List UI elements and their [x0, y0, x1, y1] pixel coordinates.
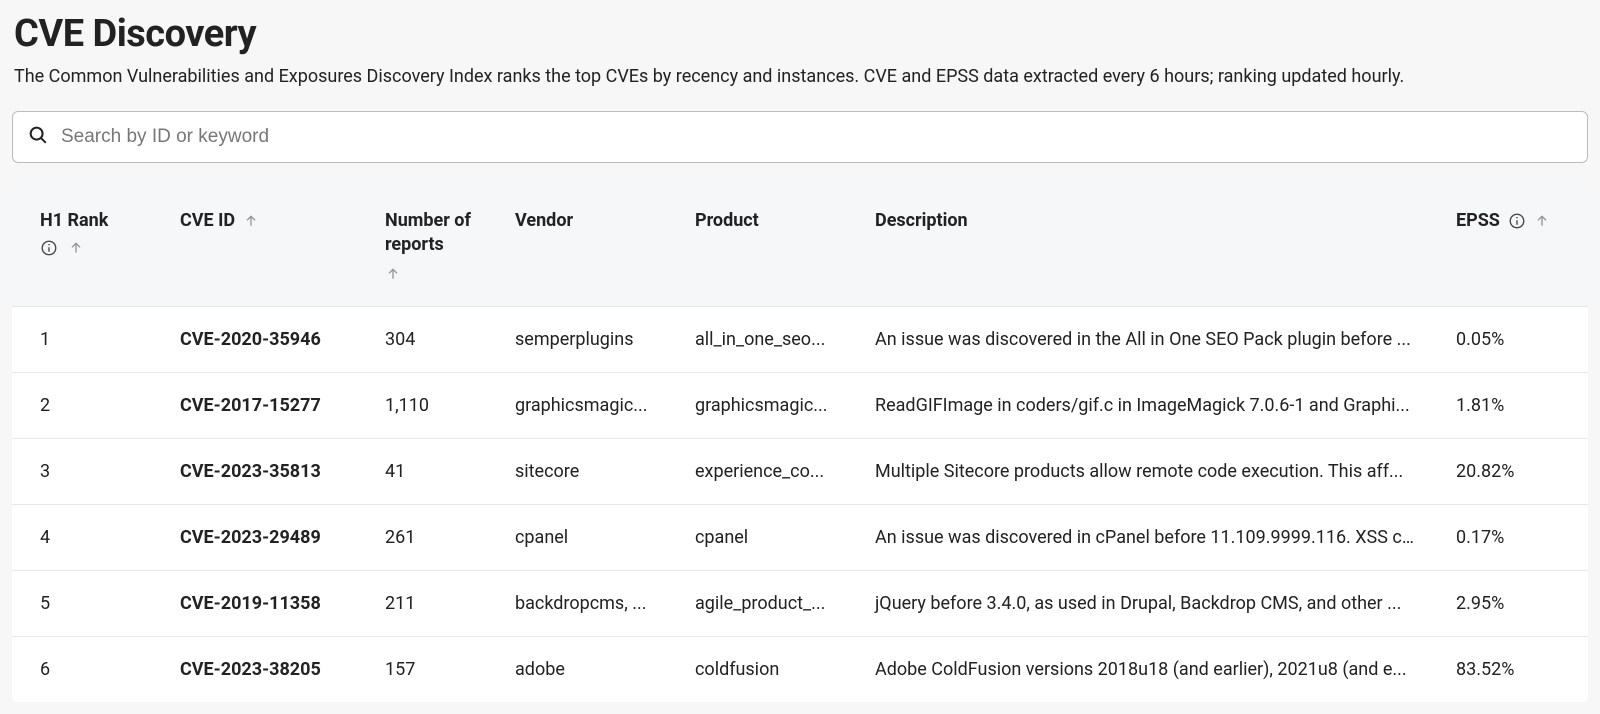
description-cell: jQuery before 3.4.0, as used in Drupal, … [847, 570, 1428, 636]
page-subtitle: The Common Vulnerabilities and Exposures… [12, 66, 1588, 87]
product-cell: all_in_one_seo... [667, 306, 847, 372]
product-cell: graphicsmagic... [667, 372, 847, 438]
epss-cell: 83.52% [1428, 636, 1588, 702]
column-header-cve[interactable]: CVE ID [152, 185, 357, 306]
cve-id-cell: CVE-2023-38205 [152, 636, 357, 702]
table-row[interactable]: 2CVE-2017-152771,110graphicsmagic...grap… [12, 372, 1588, 438]
search-input[interactable] [61, 126, 1573, 148]
epss-cell: 0.17% [1428, 504, 1588, 570]
description-cell: ReadGIFImage in coders/gif.c in ImageMag… [847, 372, 1428, 438]
rank-cell: 6 [12, 636, 152, 702]
reports-cell: 157 [357, 636, 487, 702]
info-icon[interactable] [40, 239, 58, 257]
vendor-cell: semperplugins [487, 306, 667, 372]
table-row[interactable]: 5CVE-2019-11358211backdropcms, ...agile_… [12, 570, 1588, 636]
vendor-cell: adobe [487, 636, 667, 702]
sort-arrow-up-icon[interactable] [385, 266, 401, 282]
table-row[interactable]: 3CVE-2023-3581341sitecoreexperience_co..… [12, 438, 1588, 504]
column-header-product[interactable]: Product [667, 185, 847, 306]
sort-arrow-up-icon[interactable] [1534, 213, 1550, 229]
cve-id-cell: CVE-2023-29489 [152, 504, 357, 570]
reports-cell: 1,110 [357, 372, 487, 438]
product-cell: experience_co... [667, 438, 847, 504]
cve-id-cell: CVE-2020-35946 [152, 306, 357, 372]
rank-cell: 4 [12, 504, 152, 570]
column-label: EPSS [1456, 209, 1500, 233]
table-row[interactable]: 1CVE-2020-35946304semperpluginsall_in_on… [12, 306, 1588, 372]
description-cell: An issue was discovered in cPanel before… [847, 504, 1428, 570]
column-label: CVE ID [180, 209, 235, 233]
cve-table: H1 Rank [12, 185, 1588, 702]
description-cell: Multiple Sitecore products allow remote … [847, 438, 1428, 504]
description-cell: Adobe ColdFusion versions 2018u18 (and e… [847, 636, 1428, 702]
column-header-vendor[interactable]: Vendor [487, 185, 667, 306]
rank-cell: 3 [12, 438, 152, 504]
vendor-cell: backdropcms, ... [487, 570, 667, 636]
table-row[interactable]: 6CVE-2023-38205157adobecoldfusionAdobe C… [12, 636, 1588, 702]
description-cell: An issue was discovered in the All in On… [847, 306, 1428, 372]
vendor-cell: cpanel [487, 504, 667, 570]
column-header-rank[interactable]: H1 Rank [12, 185, 152, 306]
column-label: Number of reports [385, 209, 473, 258]
search-icon [27, 124, 61, 150]
reports-cell: 41 [357, 438, 487, 504]
column-label: Product [695, 209, 759, 233]
vendor-cell: graphicsmagic... [487, 372, 667, 438]
vendor-cell: sitecore [487, 438, 667, 504]
cve-id-cell: CVE-2023-35813 [152, 438, 357, 504]
rank-cell: 1 [12, 306, 152, 372]
product-cell: agile_product_... [667, 570, 847, 636]
column-label: Description [875, 209, 968, 233]
rank-cell: 5 [12, 570, 152, 636]
column-label: H1 Rank [40, 209, 108, 233]
table-header-row: H1 Rank [12, 185, 1588, 306]
reports-cell: 261 [357, 504, 487, 570]
epss-cell: 20.82% [1428, 438, 1588, 504]
table-row[interactable]: 4CVE-2023-29489261cpanelcpanelAn issue w… [12, 504, 1588, 570]
epss-cell: 2.95% [1428, 570, 1588, 636]
reports-cell: 304 [357, 306, 487, 372]
sort-arrow-up-icon[interactable] [243, 213, 259, 229]
column-header-reports[interactable]: Number of reports [357, 185, 487, 306]
cve-id-cell: CVE-2019-11358 [152, 570, 357, 636]
column-label: Vendor [515, 209, 573, 233]
epss-cell: 1.81% [1428, 372, 1588, 438]
sort-arrow-up-icon[interactable] [68, 240, 84, 256]
product-cell: cpanel [667, 504, 847, 570]
search-bar[interactable] [12, 111, 1588, 163]
info-icon[interactable] [1508, 212, 1526, 230]
reports-cell: 211 [357, 570, 487, 636]
column-header-epss[interactable]: EPSS [1428, 185, 1588, 306]
epss-cell: 0.05% [1428, 306, 1588, 372]
page-title: CVE Discovery [12, 12, 1588, 56]
cve-id-cell: CVE-2017-15277 [152, 372, 357, 438]
column-header-description[interactable]: Description [847, 185, 1428, 306]
rank-cell: 2 [12, 372, 152, 438]
product-cell: coldfusion [667, 636, 847, 702]
